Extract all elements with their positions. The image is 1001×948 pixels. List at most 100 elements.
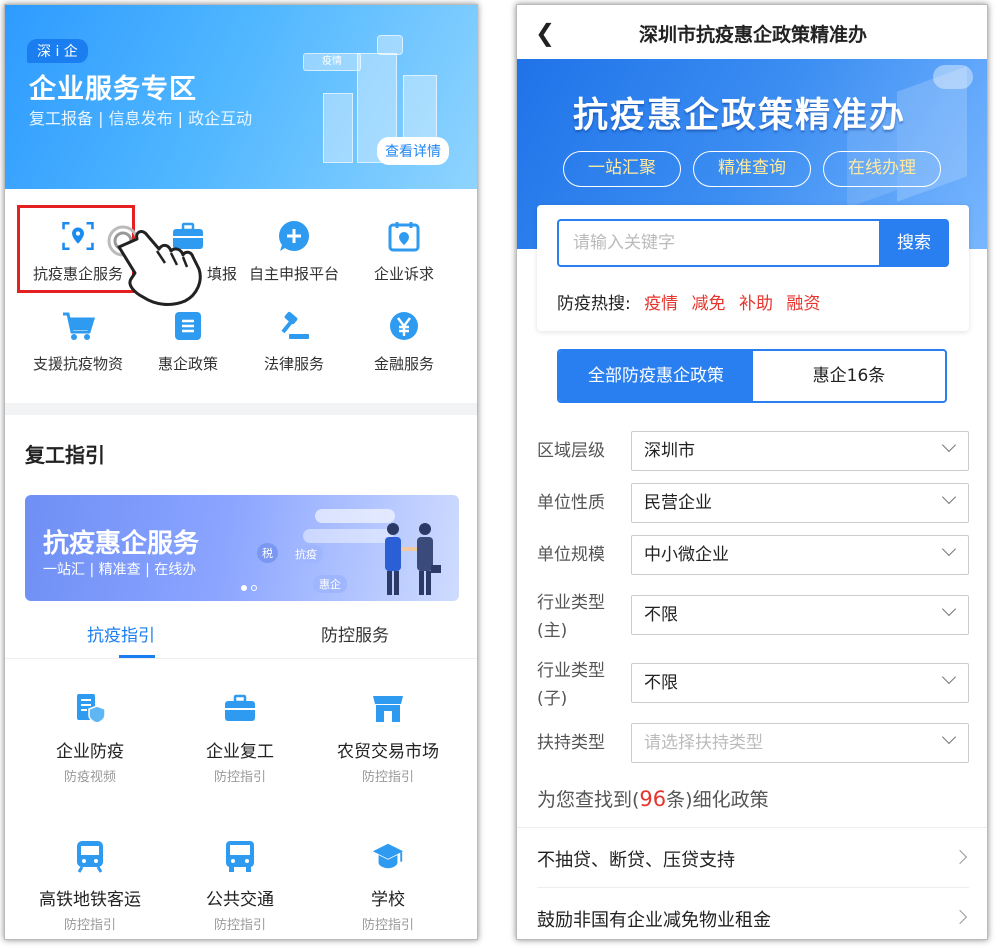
filter-label: 扶持类型: [537, 733, 605, 753]
shield-building-icon: [73, 691, 107, 725]
yuan-icon: [387, 309, 421, 343]
service-sub: 防控指引: [361, 770, 414, 785]
grid-item-financial-service[interactable]: 金融服务: [345, 309, 463, 374]
promo-tag: 税: [257, 543, 278, 563]
service-item[interactable]: 企业防疫 防疫视频: [15, 691, 165, 785]
tab-epidemic-guide[interactable]: 抗疫指引: [87, 621, 155, 646]
filter-select[interactable]: 不限: [631, 595, 969, 635]
policy-title: 鼓励非国有企业减免物业租金: [537, 910, 771, 931]
grid-item-enterprise-policy[interactable]: 惠企政策: [129, 309, 247, 374]
banner-title: 抗疫惠企政策精准办: [573, 96, 907, 136]
chevron-down-icon: [941, 489, 957, 505]
view-details-button[interactable]: 查看详情: [377, 137, 449, 165]
handshake-figures-icon: [375, 519, 445, 601]
grid-item-label: 金融服务: [373, 355, 434, 373]
promo-title: 抗疫惠企服务: [43, 529, 200, 559]
active-tab-underline: [119, 655, 155, 658]
pill-precise-query: 精准查询: [693, 151, 811, 187]
grid-item-enterprise-appeal[interactable]: 企业诉求: [345, 219, 463, 284]
hot-search-label: 防疫热搜:: [557, 294, 631, 314]
cart-icon: [61, 309, 95, 343]
segment-16-articles[interactable]: 惠企16条: [753, 351, 945, 401]
service-name: 学校: [371, 890, 405, 910]
grid-item-support-supplies[interactable]: 支援抗疫物资: [19, 309, 137, 374]
nav-title: 深圳市抗疫惠企政策精准办: [638, 24, 867, 46]
grid-item-self-declare-platform[interactable]: 自主申报平台: [235, 219, 353, 284]
chevron-down-icon: [941, 729, 957, 745]
policy-list-item[interactable]: 鼓励非国有企业减免物业租金: [537, 887, 969, 939]
enterprise-service-banner[interactable]: 疫情 深 i 企 企业服务专区 复工报备 | 信息发布 | 政企互动 查看详情: [5, 5, 477, 189]
plus-chat-icon: [277, 219, 311, 253]
service-item[interactable]: 企业复工 防控指引: [165, 691, 315, 785]
result-count: 为您查找到(96条)细化政策: [537, 785, 769, 812]
anti-epidemic-promo-banner[interactable]: 抗疫惠企服务 一站汇 | 精准查 | 在线办 抗疫 惠企 税: [25, 495, 459, 601]
filter-select[interactable]: 中小微企业: [631, 535, 969, 575]
filter-select[interactable]: 不限: [631, 663, 969, 703]
cloud-icon: [933, 65, 973, 89]
pill-online-handle: 在线办理: [823, 151, 941, 187]
filter-select[interactable]: 请选择扶持类型: [631, 723, 969, 763]
chevron-down-icon: [941, 541, 957, 557]
section-title: 复工指引: [25, 443, 105, 467]
grid-item-label: 自主申报平台: [248, 265, 339, 283]
hot-keyword[interactable]: 减免: [692, 294, 726, 314]
chevron-right-icon: [952, 849, 968, 865]
hot-keyword[interactable]: 补助: [739, 294, 773, 314]
banner-title: 企业服务专区: [29, 74, 197, 105]
shop-icon: [371, 691, 405, 725]
service-item[interactable]: 高铁地铁客运 防控指引: [15, 839, 165, 933]
policy-segment-control: 全部防疫惠企政策 惠企16条: [557, 349, 947, 403]
chevron-down-icon: [941, 601, 957, 617]
briefcase-icon: [223, 691, 257, 725]
carousel-dot[interactable]: [241, 585, 247, 591]
search-input[interactable]: 请输入关键字: [557, 219, 879, 267]
policy-list-item[interactable]: 不抽贷、断贷、压贷支持: [517, 827, 987, 887]
carousel-dot[interactable]: [251, 585, 257, 591]
grid-item-label: 法律服务: [263, 355, 324, 373]
filter-label: 单位性质: [537, 493, 605, 513]
tap-hand-icon: [101, 219, 211, 315]
banner-subtitle: 复工报备 | 信息发布 | 政企互动: [29, 109, 253, 128]
hot-keyword[interactable]: 疫情: [644, 294, 678, 314]
left-phone-screen: 疫情 深 i 企 企业服务专区 复工报备 | 信息发布 | 政企互动 查看详情 …: [4, 4, 478, 940]
segment-all-policies[interactable]: 全部防疫惠企政策: [559, 351, 753, 401]
result-prefix: 为您查找到(: [537, 789, 640, 811]
policy-title: 不抽贷、断贷、压贷支持: [537, 850, 735, 871]
result-number: 96: [639, 787, 667, 811]
service-name: 农贸交易市场: [337, 742, 439, 762]
filter-value: 民营企业: [644, 493, 712, 513]
calendar-pin-icon: [387, 219, 421, 253]
filter-value: 深圳市: [644, 441, 695, 461]
graduation-cap-icon: [371, 839, 405, 873]
grid-item-legal-service[interactable]: 法律服务: [235, 309, 353, 374]
building-graphic: [377, 35, 403, 55]
service-name: 企业防疫: [56, 742, 124, 762]
service-name: 企业复工: [206, 742, 274, 762]
pill-one-stop: 一站汇聚: [563, 151, 681, 187]
filter-value: 中小微企业: [644, 545, 729, 565]
service-sub: 防控指引: [63, 918, 116, 933]
service-item[interactable]: 公共交通 防控指引: [165, 839, 315, 933]
section-divider: [5, 403, 477, 415]
service-sub: 防控指引: [213, 770, 266, 785]
train-icon: [73, 839, 107, 873]
brand-logo: 深 i 企: [27, 39, 88, 63]
filter-select[interactable]: 深圳市: [631, 431, 969, 471]
filter-select[interactable]: 民营企业: [631, 483, 969, 523]
epidemic-badge: 疫情: [303, 53, 361, 71]
result-suffix: 条)细化政策: [666, 789, 769, 811]
service-item[interactable]: 农贸交易市场 防控指引: [313, 691, 463, 785]
tab-prevention-service[interactable]: 防控服务: [321, 621, 389, 646]
hot-keyword[interactable]: 融资: [786, 294, 820, 314]
service-item[interactable]: 学校 防控指引: [313, 839, 463, 933]
filter-value: 不限: [644, 605, 678, 625]
service-name: 高铁地铁客运: [39, 890, 141, 910]
service-name: 公共交通: [206, 890, 274, 910]
filter-placeholder: 请选择扶持类型: [644, 733, 763, 753]
service-sub: 防控指引: [361, 918, 414, 933]
nav-bar: ❮ 深圳市抗疫惠企政策精准办: [517, 5, 987, 59]
grid-item-label: 支援抗疫物资: [32, 355, 123, 373]
search-button[interactable]: 搜索: [879, 219, 949, 267]
grid-item-label: 企业诉求: [373, 265, 434, 283]
grid-item-label: 惠企政策: [157, 355, 218, 373]
